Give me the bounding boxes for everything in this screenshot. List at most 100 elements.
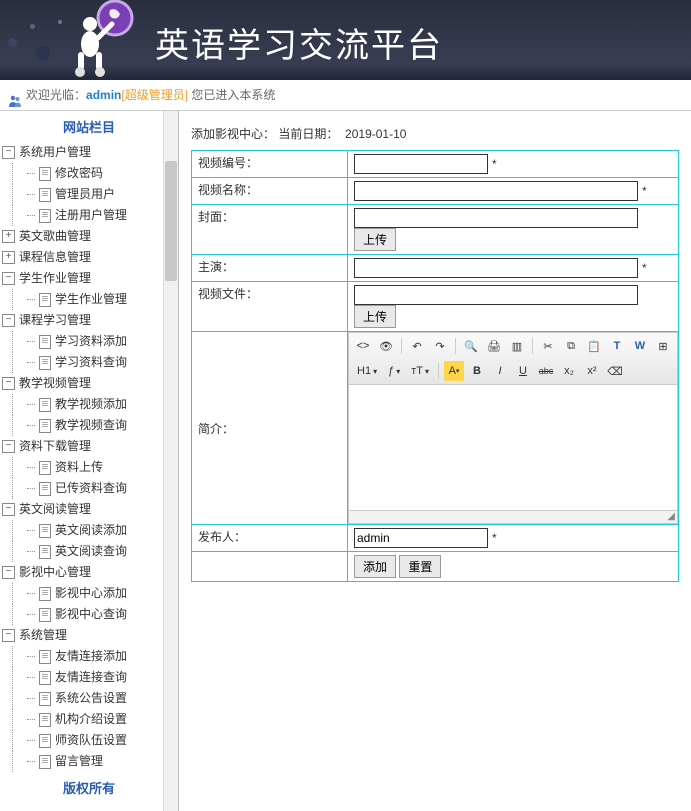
input-actor[interactable] [354, 258, 638, 278]
nav-category[interactable]: −英文阅读管理 [0, 499, 178, 520]
nav-item[interactable]: 注册用户管理 [0, 205, 178, 226]
minus-icon[interactable]: − [2, 440, 15, 453]
sub-icon[interactable]: x₂ [559, 361, 579, 381]
label-video-file: 视频文件： [192, 282, 348, 332]
nav-category[interactable]: −系统用户管理 [0, 142, 178, 163]
nav-category[interactable]: −课程学习管理 [0, 310, 178, 331]
welcome-suffix: 您已进入本系统 [188, 88, 275, 102]
nav-item[interactable]: 机构介绍设置 [0, 709, 178, 730]
minus-icon[interactable]: − [2, 566, 15, 579]
sidebar-scrollbar[interactable] [163, 111, 178, 811]
nav-item[interactable]: 友情连接查询 [0, 667, 178, 688]
doc-icon [39, 650, 51, 664]
plus-icon[interactable]: + [2, 230, 15, 243]
sidebar: 网站栏目 −系统用户管理修改密码管理员用户注册用户管理+英文歌曲管理+课程信息管… [0, 111, 179, 811]
nav-item[interactable]: 学习资料添加 [0, 331, 178, 352]
doc-icon [39, 398, 51, 412]
doc-icon [39, 692, 51, 706]
sidebar-footer: 版权所有 [0, 772, 178, 803]
nav-item[interactable]: 学生作业管理 [0, 289, 178, 310]
nav-item[interactable]: 学习资料查询 [0, 352, 178, 373]
submit-button[interactable]: 添加 [354, 555, 396, 578]
reset-button[interactable]: 重置 [399, 555, 441, 578]
nav-category[interactable]: +课程信息管理 [0, 247, 178, 268]
nav-item[interactable]: 已传资料查询 [0, 478, 178, 499]
nav-item[interactable]: 师资队伍设置 [0, 730, 178, 751]
bold-icon[interactable]: B [467, 361, 487, 381]
nav-item[interactable]: 系统公告设置 [0, 688, 178, 709]
paste-icon[interactable]: 📋 [584, 336, 604, 356]
editor-body[interactable] [349, 385, 677, 510]
paste-word-icon[interactable]: W [630, 336, 650, 356]
nav-item[interactable]: 教学视频添加 [0, 394, 178, 415]
nav-category[interactable]: −影视中心管理 [0, 562, 178, 583]
current-date: 2019-01-10 [345, 127, 406, 141]
form-table: 视频编号： * 视频名称： * 封面： 上传 主演： * 视频文件： 上传 简介… [191, 150, 679, 582]
copy-icon[interactable]: ⧉ [561, 336, 581, 356]
upload-video-button[interactable]: 上传 [354, 305, 396, 328]
doc-icon [39, 545, 51, 559]
minus-icon[interactable]: − [2, 503, 15, 516]
editor-resize-handle[interactable]: ◢ [349, 510, 677, 523]
nav-item[interactable]: 修改密码 [0, 163, 178, 184]
doc-icon [39, 356, 51, 370]
upload-cover-button[interactable]: 上传 [354, 228, 396, 251]
nav-item[interactable]: 管理员用户 [0, 184, 178, 205]
welcome-user: admin [86, 88, 121, 102]
remove-format-icon[interactable]: ⌫ [605, 361, 625, 381]
print-icon[interactable]: 🖨 [484, 336, 504, 356]
bgcolor-icon[interactable]: A▾ [444, 361, 464, 381]
redo-icon[interactable]: ↷ [430, 336, 450, 356]
rich-editor: <>👁 ↶↷ 🔍🖨▥ ✂⧉📋TW⊞ H1▾ƒ▾тT▾ A▾BIUabcx₂x²⌫ ◢ [348, 332, 678, 524]
cut-icon[interactable]: ✂ [538, 336, 558, 356]
minus-icon[interactable]: − [2, 629, 15, 642]
italic-icon[interactable]: I [490, 361, 510, 381]
nav-item[interactable]: 留言管理 [0, 751, 178, 772]
doc-icon [39, 671, 51, 685]
nav-tree: −系统用户管理修改密码管理员用户注册用户管理+英文歌曲管理+课程信息管理−学生作… [0, 142, 178, 772]
input-video-no[interactable] [354, 154, 488, 174]
input-publisher[interactable] [354, 528, 488, 548]
input-video-file[interactable] [354, 285, 638, 305]
format-select[interactable]: ƒ▾ [384, 361, 404, 381]
user-group-icon [8, 89, 22, 103]
input-cover[interactable] [354, 208, 638, 228]
insert-icon[interactable]: ⊞ [653, 336, 673, 356]
minus-icon[interactable]: − [2, 146, 15, 159]
nav-category[interactable]: −资料下载管理 [0, 436, 178, 457]
input-video-name[interactable] [354, 181, 638, 201]
nav-item[interactable]: 英文阅读查询 [0, 541, 178, 562]
format-select[interactable]: H1▾ [353, 361, 381, 381]
nav-category[interactable]: +英文歌曲管理 [0, 226, 178, 247]
plus-icon[interactable]: + [2, 251, 15, 264]
template-icon[interactable]: ▥ [507, 336, 527, 356]
app-header: 英语学习交流平台 [0, 0, 691, 80]
doc-icon [39, 713, 51, 727]
nav-item[interactable]: 资料上传 [0, 457, 178, 478]
doc-icon [39, 482, 51, 496]
underline-icon[interactable]: U [513, 361, 533, 381]
sup-icon[interactable]: x² [582, 361, 602, 381]
nav-item[interactable]: 影视中心查询 [0, 604, 178, 625]
strike-icon[interactable]: abc [536, 361, 556, 381]
format-select[interactable]: тT▾ [407, 361, 433, 381]
undo-icon[interactable]: ↶ [407, 336, 427, 356]
paste-text-icon[interactable]: T [607, 336, 627, 356]
minus-icon[interactable]: − [2, 314, 15, 327]
preview-icon[interactable]: 👁 [376, 336, 396, 356]
doc-icon [39, 734, 51, 748]
nav-category[interactable]: −教学视频管理 [0, 373, 178, 394]
nav-item[interactable]: 英文阅读添加 [0, 520, 178, 541]
logo [70, 0, 150, 80]
nav-category[interactable]: −学生作业管理 [0, 268, 178, 289]
welcome-role: [超级管理员] [121, 88, 188, 102]
nav-item[interactable]: 教学视频查询 [0, 415, 178, 436]
nav-item[interactable]: 影视中心添加 [0, 583, 178, 604]
nav-category[interactable]: −系统管理 [0, 625, 178, 646]
minus-icon[interactable]: − [2, 272, 15, 285]
nav-item[interactable]: 友情连接添加 [0, 646, 178, 667]
find-icon[interactable]: 🔍 [461, 336, 481, 356]
minus-icon[interactable]: − [2, 377, 15, 390]
source-icon[interactable]: <> [353, 336, 373, 356]
page-title: 添加影视中心： 当前日期： 2019-01-10 [191, 125, 679, 142]
